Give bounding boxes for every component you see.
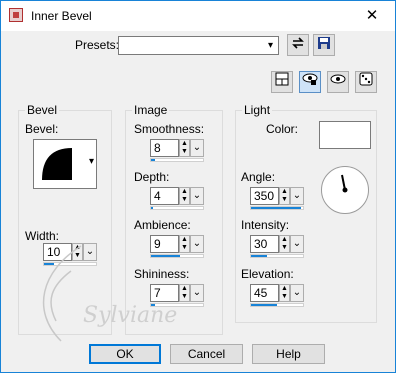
proof-lock-button[interactable] [299,71,321,93]
bevel-group-title: Bevel [25,103,60,117]
angle-spinner[interactable]: 350 ▲ ▼ ⌄ [250,187,304,210]
app-icon [9,8,23,22]
intensity-input[interactable]: 30 [250,235,279,253]
depth-dropdown[interactable]: ⌄ [190,187,204,205]
light-group-title: Light [242,103,273,117]
dice-icon [359,72,373,86]
light-color-swatch[interactable] [319,121,371,149]
ambience-slider[interactable] [150,254,204,258]
ambience-dropdown[interactable]: ⌄ [190,235,204,253]
angle-slider-fill [251,207,302,209]
elevation-input[interactable]: 45 [250,284,279,302]
elevation-slider-fill [251,304,277,306]
bevel-shape-preview [42,148,72,180]
ambience-slider-fill [151,255,180,257]
depth-slider[interactable] [150,206,204,210]
intensity-slider[interactable] [250,254,304,258]
angle-dial[interactable] [321,166,369,214]
elevation-slider[interactable] [250,303,304,307]
elevation-label: Elevation: [241,267,294,281]
preview-window-icon [275,72,289,86]
chevron-down-icon: ▾ [88,156,94,167]
reset-arrows-icon [292,37,304,49]
cancel-button[interactable]: Cancel [170,344,243,364]
elevation-dropdown[interactable]: ⌄ [290,284,304,302]
angle-label: Angle: [241,170,276,184]
angle-dial-needle [341,174,348,193]
ok-button[interactable]: OK [89,344,161,364]
smoothness-slider[interactable] [150,158,204,162]
shininess-input[interactable]: 7 [150,284,179,302]
dialog-window: Inner Bevel ✕ Presets: ▾ Bevel Bevel: ▾ … [0,0,396,373]
smoothness-spin-arrows[interactable]: ▲ ▼ [179,139,190,157]
color-label: Color: [266,122,299,136]
elevation-spin-arrows[interactable]: ▲ ▼ [279,284,290,302]
smoothness-spinner[interactable]: 8 ▲ ▼ ⌄ [150,139,204,162]
depth-spin-arrows[interactable]: ▲ ▼ [179,187,190,205]
depth-label: Depth: [134,170,170,184]
angle-slider[interactable] [250,206,304,210]
elevation-spinner[interactable]: 45 ▲ ▼ ⌄ [250,284,304,307]
eye-lock-icon [302,73,318,85]
intensity-spin-arrows[interactable]: ▲ ▼ [279,235,290,253]
floppy-disk-icon [318,37,330,49]
depth-input[interactable]: 4 [150,187,179,205]
window-title: Inner Bevel [31,9,92,23]
title-bar[interactable]: Inner Bevel ✕ [1,1,395,31]
bevel-label: Bevel: [25,122,59,136]
bevel-shape-picker[interactable]: ▾ [33,139,97,189]
shininess-dropdown[interactable]: ⌄ [190,284,204,302]
shininess-spinner[interactable]: 7 ▲ ▼ ⌄ [150,284,204,307]
angle-dropdown[interactable]: ⌄ [290,187,304,205]
reset-defaults-button[interactable] [287,34,309,56]
smoothness-slider-fill [151,159,156,161]
eye-icon [330,74,346,84]
intensity-label: Intensity: [241,218,290,232]
smoothness-dropdown[interactable]: ⌄ [190,139,204,157]
help-button[interactable]: Help [252,344,325,364]
angle-spin-arrows[interactable]: ▲ ▼ [279,187,290,205]
presets-dropdown[interactable]: ▾ [118,36,279,55]
watermark-flourish [42,245,82,342]
close-button[interactable]: ✕ [349,1,395,31]
ambience-input[interactable]: 9 [150,235,179,253]
randomize-button[interactable] [355,71,377,93]
smoothness-input[interactable]: 8 [150,139,179,157]
toggle-preview-button[interactable] [271,71,293,93]
depth-slider-fill [151,207,154,209]
presets-label: Presets: [75,38,120,52]
angle-input[interactable]: 350 [250,187,279,205]
image-group-title: Image [132,103,170,117]
auto-proof-button[interactable] [327,71,349,93]
save-preset-button[interactable] [313,34,335,56]
ambience-spin-arrows[interactable]: ▲ ▼ [179,235,190,253]
intensity-spinner[interactable]: 30 ▲ ▼ ⌄ [250,235,304,258]
depth-spinner[interactable]: 4 ▲ ▼ ⌄ [150,187,204,210]
shininess-spin-arrows[interactable]: ▲ ▼ [179,284,190,302]
ambience-label: Ambience: [134,218,191,232]
shininess-label: Shininess: [134,267,190,281]
ambience-spinner[interactable]: 9 ▲ ▼ ⌄ [150,235,204,258]
intensity-slider-fill [251,255,267,257]
smoothness-label: Smoothness: [134,122,205,136]
intensity-dropdown[interactable]: ⌄ [290,235,304,253]
chevron-down-icon[interactable]: ▾ [263,37,278,54]
